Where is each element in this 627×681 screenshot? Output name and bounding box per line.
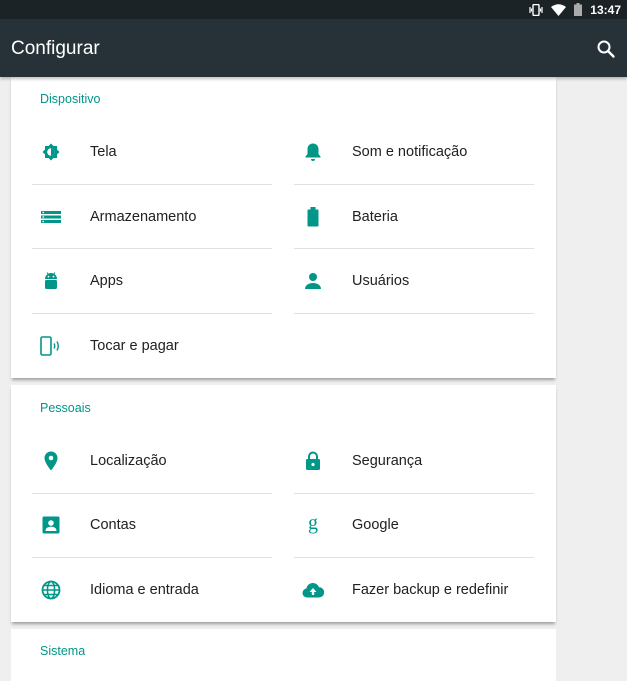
battery-icon	[574, 3, 583, 16]
setting-backup-reset[interactable]: Fazer backup e redefinir	[294, 558, 534, 622]
wifi-icon	[551, 3, 567, 16]
setting-sound[interactable]: Som e notificação	[294, 120, 534, 184]
setting-label: Tocar e pagar	[90, 338, 179, 354]
personal-section: Pessoais Localização Segurança Contas g	[11, 385, 556, 622]
setting-storage[interactable]: Armazenamento	[32, 185, 272, 249]
setting-users[interactable]: Usuários	[294, 249, 534, 313]
setting-label: Localização	[90, 453, 167, 469]
vibrate-icon	[529, 3, 543, 16]
setting-location[interactable]: Localização	[32, 429, 272, 493]
setting-label: Apps	[90, 273, 124, 289]
storage-icon	[40, 206, 62, 228]
setting-label: Armazenamento	[90, 209, 197, 225]
lock-icon	[302, 450, 324, 472]
setting-accounts[interactable]: Contas	[32, 493, 272, 557]
setting-security[interactable]: Segurança	[294, 429, 534, 493]
person-icon	[302, 270, 324, 292]
setting-label: Bateria	[352, 209, 398, 225]
setting-language-input[interactable]: Idioma e entrada	[32, 558, 272, 622]
setting-label: Google	[352, 517, 399, 533]
page-title: Configurar	[11, 38, 100, 59]
bell-icon	[302, 141, 324, 163]
status-time: 13:47	[590, 2, 621, 17]
google-icon: g	[302, 514, 324, 536]
svg-text:g: g	[308, 514, 318, 534]
section-title-system: Sistema	[40, 644, 86, 658]
account-box-icon	[40, 514, 62, 536]
brightness-icon	[40, 141, 62, 163]
battery-icon	[302, 206, 324, 228]
setting-label: Contas	[90, 517, 136, 533]
divider	[294, 313, 534, 314]
status-bar: 13:47	[0, 0, 627, 19]
setting-apps[interactable]: Apps	[32, 249, 272, 313]
setting-tap-and-pay[interactable]: Tocar e pagar	[32, 314, 272, 378]
setting-label: Idioma e entrada	[90, 582, 199, 598]
globe-icon	[40, 579, 62, 601]
device-section: Dispositivo Tela Som e notificação Armaz…	[11, 77, 556, 378]
setting-label: Tela	[90, 144, 117, 160]
search-icon[interactable]	[594, 37, 618, 61]
tap-pay-icon	[40, 335, 62, 357]
settings-list: Dispositivo Tela Som e notificação Armaz…	[11, 77, 556, 681]
setting-label: Segurança	[352, 453, 423, 469]
location-icon	[40, 450, 62, 472]
setting-label: Som e notificação	[352, 144, 468, 160]
section-title-personal: Pessoais	[40, 401, 91, 415]
android-icon	[40, 270, 62, 292]
setting-battery[interactable]: Bateria	[294, 185, 534, 249]
setting-display[interactable]: Tela	[32, 120, 272, 184]
setting-google[interactable]: g Google	[294, 493, 534, 557]
section-title-device: Dispositivo	[40, 92, 101, 106]
cloud-upload-icon	[302, 579, 324, 601]
app-bar: Configurar	[0, 19, 627, 77]
setting-label: Usuários	[352, 273, 410, 289]
system-section: Sistema	[11, 629, 556, 681]
setting-label: Fazer backup e redefinir	[352, 582, 509, 598]
